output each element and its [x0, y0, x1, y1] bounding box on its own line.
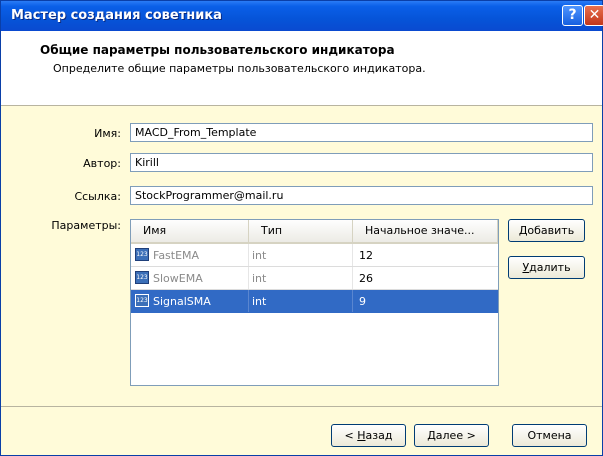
back-label: азад [365, 429, 393, 442]
add-label: обавить [527, 224, 575, 237]
param-icon: 123 [135, 271, 149, 284]
back-prefix: < [344, 429, 358, 442]
param-name: SlowEMA [153, 272, 203, 285]
next-accel: Д [427, 429, 436, 442]
param-name: FastEMA [153, 249, 200, 262]
remove-button[interactable]: Удалить [508, 256, 585, 279]
page-subtitle: Определите общие параметры пользовательс… [53, 62, 426, 75]
page-title: Общие параметры пользовательского индика… [40, 43, 395, 57]
param-type: int [249, 244, 353, 266]
close-icon: ✕ [588, 7, 601, 23]
param-type: int [249, 290, 353, 312]
param-value: 26 [359, 272, 373, 285]
next-button[interactable]: Далее > [414, 424, 489, 447]
table-row[interactable]: 123 SlowEMA int 26 [131, 267, 498, 290]
name-label: Имя: [94, 127, 121, 140]
param-value: 12 [359, 249, 373, 262]
wizard-header: Общие параметры пользовательского индика… [1, 31, 602, 106]
help-button[interactable]: ? [562, 5, 583, 26]
title-bar[interactable]: Мастер создания советника ? ✕ [1, 1, 603, 31]
param-name-cell: 123 SignalSMA [131, 290, 249, 312]
param-name-cell: 123 FastEMA [131, 244, 249, 266]
next-label: алее > [435, 429, 476, 442]
params-label: Параметры: [51, 219, 121, 232]
back-accel: Н [357, 429, 366, 442]
table-row[interactable]: 123 FastEMA int 12 [131, 244, 498, 267]
add-button[interactable]: Добавить [508, 219, 585, 242]
param-icon: 123 [135, 248, 149, 261]
column-header-name[interactable]: Имя [131, 220, 249, 242]
wizard-window: Мастер создания советника ? ✕ Общие пара… [0, 0, 603, 456]
column-header-type[interactable]: Тип [249, 220, 353, 242]
cancel-button[interactable]: Отмена [512, 424, 587, 447]
close-button[interactable]: ✕ [584, 5, 603, 26]
remove-label: далить [529, 261, 571, 274]
params-list[interactable]: Имя Тип Начальное значе... 123 FastEMA i… [130, 219, 499, 386]
params-list-header: Имя Тип Начальное значе... [131, 220, 498, 244]
back-button[interactable]: < Назад [331, 424, 406, 447]
help-icon: ? [568, 7, 577, 23]
param-name: SignalSMA [153, 295, 211, 308]
param-icon: 123 [135, 294, 149, 307]
param-value: 9 [359, 295, 366, 308]
table-row-selected[interactable]: 123 SignalSMA int 9 [131, 290, 498, 313]
link-field[interactable]: StockProgrammer@mail.ru [130, 186, 593, 205]
author-field[interactable]: Kirill [130, 153, 593, 172]
column-header-initial-value[interactable]: Начальное значе... [353, 220, 498, 242]
window-title: Мастер создания советника [11, 8, 222, 23]
param-type: int [249, 267, 353, 289]
link-label: Ссылка: [74, 190, 121, 203]
name-field[interactable]: MACD_From_Template [130, 123, 593, 142]
param-name-cell: 123 SlowEMA [131, 267, 249, 289]
author-label: Автор: [83, 157, 121, 170]
footer-divider [1, 406, 602, 407]
